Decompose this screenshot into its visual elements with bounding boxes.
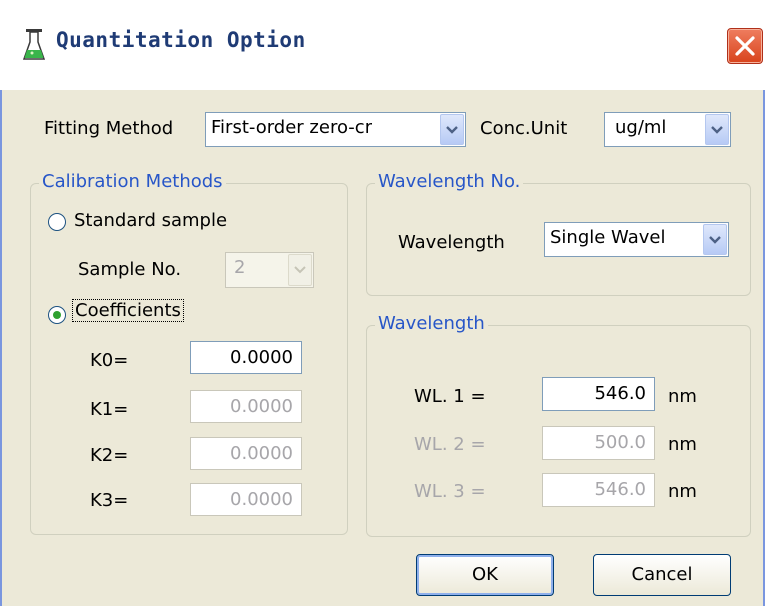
fitting-method-select[interactable]: First-order zero-cr: [205, 112, 466, 147]
wl3-label: WL. 3 =: [414, 481, 486, 502]
chevron-down-icon[interactable]: [705, 114, 729, 145]
wl3-unit: nm: [668, 481, 697, 502]
k0-field[interactable]: 0.0000: [190, 341, 302, 374]
coefficients-label[interactable]: Coefficients: [72, 299, 184, 322]
coefficients-radio[interactable]: [48, 306, 66, 324]
fitting-method-label: Fitting Method: [44, 118, 174, 139]
fitting-method-value: First-order zero-cr: [211, 117, 373, 138]
conc-unit-label: Conc.Unit: [480, 118, 568, 139]
wl2-field[interactable]: 500.0: [542, 426, 655, 460]
wavelength-label: Wavelength: [398, 232, 505, 253]
conc-unit-select[interactable]: ug/ml: [604, 112, 731, 147]
wl1-field[interactable]: 546.0: [542, 377, 655, 411]
cancel-button[interactable]: Cancel: [593, 554, 731, 596]
k2-label: K2=: [90, 445, 129, 466]
chevron-down-icon[interactable]: [288, 254, 312, 286]
close-button[interactable]: [727, 28, 763, 64]
chevron-down-icon[interactable]: [703, 224, 727, 255]
k1-label: K1=: [90, 399, 129, 420]
standard-sample-radio[interactable]: [48, 213, 66, 231]
wavelength-no-title: Wavelength No.: [375, 171, 524, 192]
wl2-unit: nm: [668, 434, 697, 455]
conc-unit-value: ug/ml: [615, 117, 667, 138]
calibration-methods-title: Calibration Methods: [39, 171, 226, 192]
ok-button[interactable]: OK: [416, 554, 554, 596]
flask-icon: [22, 29, 46, 60]
sample-no-label: Sample No.: [78, 259, 182, 280]
window-title: Quantitation Option: [56, 28, 306, 52]
wavelength-value: Single Wavel: [550, 227, 666, 248]
standard-sample-label[interactable]: Standard sample: [74, 210, 227, 231]
k3-field[interactable]: 0.0000: [190, 483, 302, 516]
wavelength-title: Wavelength: [375, 313, 488, 334]
title-bar: Quantitation Option: [0, 0, 765, 90]
chevron-down-icon[interactable]: [440, 114, 464, 145]
sample-no-select[interactable]: 2: [225, 252, 314, 288]
wl1-label: WL. 1 =: [414, 386, 486, 407]
k3-label: K3=: [90, 490, 129, 511]
wavelength-select[interactable]: Single Wavel: [544, 222, 729, 257]
close-icon: [735, 36, 755, 56]
wl3-field[interactable]: 546.0: [542, 473, 655, 507]
wl1-unit: nm: [668, 386, 697, 407]
sample-no-value: 2: [234, 257, 246, 278]
wl2-label: WL. 2 =: [414, 434, 486, 455]
k1-field[interactable]: 0.0000: [190, 390, 302, 423]
k2-field[interactable]: 0.0000: [190, 437, 302, 470]
k0-label: K0=: [90, 350, 129, 371]
